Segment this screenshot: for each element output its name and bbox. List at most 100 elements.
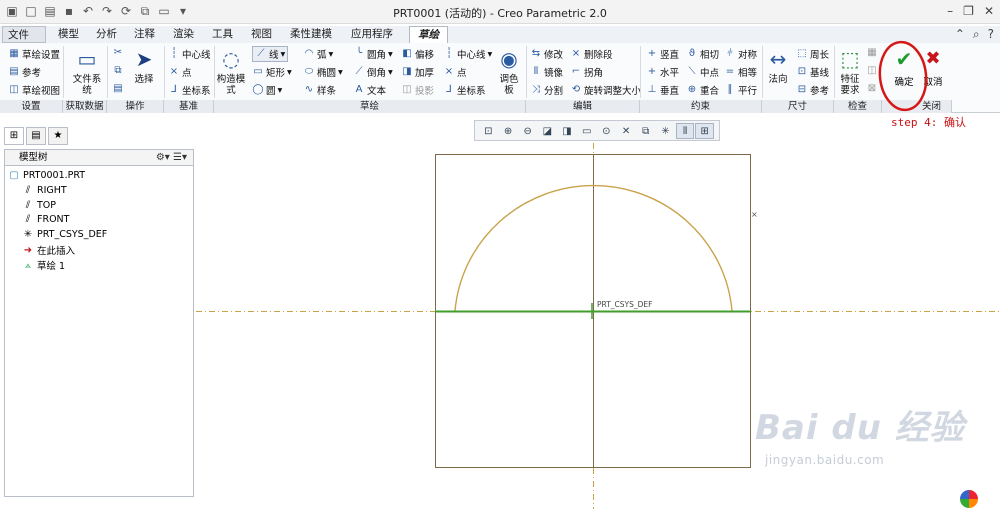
group-dimension-label[interactable]: 尺寸 [762,100,834,113]
dimension-display-icon[interactable]: ⫴ [675,123,695,139]
help-icon[interactable]: ? [988,27,994,42]
saved-views-icon[interactable]: ▭ [577,123,596,139]
symmetric-constraint-button[interactable]: ⫩ 对称 [724,47,757,61]
copy-button[interactable]: ⧉ [112,65,124,77]
repaint-icon[interactable]: ◪ [538,123,557,139]
parallel-icon: ∥ [727,84,733,95]
normal-dimension-button[interactable]: ↔ 法向 [764,46,792,85]
midpoint-constraint-button[interactable]: ⟍ 中点 [686,65,720,79]
close-icon[interactable]: ✕ [984,4,994,18]
divide-button[interactable]: ⤨ 分割 [530,83,563,97]
restore-icon[interactable]: ❐ [963,4,974,18]
display-style-icon[interactable]: ◨ [558,123,577,139]
folder-browser-tab[interactable]: ▤ [26,127,46,145]
group-inspect-label[interactable]: 检查 [834,100,882,113]
delete-segment-button[interactable]: ⨯ 删除段 [570,47,613,61]
tree-item-sketch[interactable]: ⟑ 草绘 1 [22,258,65,273]
thicken-tool-button[interactable]: ◨ 加厚 [401,65,434,79]
tab-model[interactable]: 模型 [58,26,79,43]
tree-item-insert-here[interactable]: ➜ 在此插入 [22,243,75,258]
tab-tools[interactable]: 工具 [212,26,233,43]
refit-icon[interactable]: ⊡ [479,123,498,139]
group-settings-label[interactable]: 设置 [0,100,63,113]
model-tree-tab[interactable]: ⊞ [4,127,24,145]
rotate-resize-icon: ⟲ [571,84,581,95]
circle-tool-button[interactable]: ◯ 圆 ▾ [252,83,282,97]
tree-item-top[interactable]: ⫽ TOP [22,200,56,211]
modify-button[interactable]: ⇆ 修改 [530,47,563,61]
annotation-display-icon[interactable]: ⧉ [636,123,655,139]
construction-mode-button[interactable]: ◌ 构造模式 [216,46,246,96]
tab-analysis[interactable]: 分析 [96,26,117,43]
favorites-tab[interactable]: ★ [48,127,68,145]
coincident-constraint-button[interactable]: ⊕ 重合 [686,83,719,97]
symmetric-icon: ⫩ [727,48,733,59]
tree-settings-icon[interactable]: ⚙▾ ☰▾ [156,150,187,165]
tab-flexible-modeling[interactable]: 柔性建模 [290,26,332,43]
datum-point-button[interactable]: × 点 [168,65,192,79]
chamfer-tool-button[interactable]: ⟋ 倒角 ▾ [353,65,393,79]
zoom-in-icon[interactable]: ⊕ [499,123,518,139]
perimeter-button[interactable]: ⬚ 周长 [796,47,829,61]
constraint-display-icon[interactable]: ⊞ [695,123,715,139]
reference-button[interactable]: ▤ 参考 [8,65,41,79]
fillet-tool-button[interactable]: ╰ 圆角 ▾ [353,47,393,61]
sketch-setup-button[interactable]: ▦ 草绘设置 [8,47,60,61]
sketch-csys-button[interactable]: ⅃ 坐标系 [443,83,485,97]
text-tool-button[interactable]: A 文本 [353,83,386,97]
tree-item-csys[interactable]: ✳ PRT_CSYS_DEF [22,229,107,240]
csys-icon: ✳ [23,229,33,240]
group-constrain-label[interactable]: 约束 [640,100,762,113]
divide-icon: ⤨ [532,84,540,95]
tab-applications[interactable]: 应用程序 [351,26,393,43]
zoom-out-icon[interactable]: ⊖ [518,123,537,139]
rotate-resize-button[interactable]: ⟲ 旋转调整大小 [570,83,641,97]
corner-button[interactable]: ⌐ 拐角 [570,65,603,79]
cut-button[interactable]: ✂ [112,47,124,59]
collapse-ribbon-icon[interactable]: ⌃ [955,27,965,42]
copy-icon: ⧉ [114,65,122,76]
equal-constraint-button[interactable]: = 相等 [724,65,757,79]
pointer-icon: ➤ [135,47,153,71]
rectangle-tool-button[interactable]: ▭ 矩形 ▾ [252,65,292,79]
datum-csys-button[interactable]: ⅃ 坐标系 [168,83,210,97]
vertical-constraint-button[interactable]: + 竖直 [646,47,679,61]
tab-view[interactable]: 视图 [251,26,272,43]
ellipse-tool-button[interactable]: ⬭ 椭圆 ▾ [303,65,343,79]
datum-display-icon[interactable]: ✕ [617,123,636,139]
horizontal-constraint-button[interactable]: + 水平 [646,65,679,79]
project-tool-button[interactable]: ◫ 投影 [401,83,434,97]
feature-requirements-button[interactable]: ⬚ 特征要求 [836,46,864,96]
minimize-icon[interactable]: – [947,4,953,18]
parallel-constraint-button[interactable]: ∥ 平行 [724,83,758,97]
dim-reference-button[interactable]: ⊟ 参考 [796,83,829,97]
file-system-button[interactable]: ▭ 文件系统 [72,46,102,96]
paste-button[interactable]: ▤ [112,83,124,95]
sketch-view-button[interactable]: ◫ 草绘视图 [8,83,60,97]
arc-tool-button[interactable]: ◠ 弧 ▾ [303,47,334,61]
perpendicular-constraint-button[interactable]: ⊥ 垂直 [646,83,679,97]
tree-item-right[interactable]: ⫽ RIGHT [22,185,67,196]
select-button[interactable]: ➤ 选择 [130,46,158,85]
line-tool-button[interactable]: ⟋ 线 ▾ [252,46,289,62]
mirror-button[interactable]: ⫴ 镜像 [530,65,563,79]
tab-render[interactable]: 渲染 [173,26,194,43]
search-icon[interactable]: ⌕ [973,27,980,42]
sketch-view-icon[interactable]: ⊙ [597,123,616,139]
tangent-constraint-button[interactable]: ϑ 相切 [686,47,719,61]
baseline-button[interactable]: ⊡ 基线 [796,65,829,79]
spline-tool-button[interactable]: ∿ 样条 [303,83,336,97]
tab-annotate[interactable]: 注释 [134,26,155,43]
spin-center-icon[interactable]: ✳ [656,123,675,139]
tree-item-part[interactable]: ▢ PRT0001.PRT [8,170,85,181]
tab-file[interactable]: 文件 [2,26,46,43]
sketch-point-button[interactable]: × 点 [443,65,467,79]
tab-sketch[interactable]: 草绘 [409,26,448,43]
offset-tool-button[interactable]: ◧ 偏移 [401,47,434,61]
sketch-centerline-button[interactable]: ┆ 中心线 ▾ [443,47,492,61]
palette-button[interactable]: ◉ 调色板 [495,46,523,96]
group-operations-label[interactable]: 操作 [107,100,164,113]
tree-item-front[interactable]: ⫽ FRONT [22,214,70,225]
datum-centerline-button[interactable]: ┆ 中心线 [168,47,211,61]
chevron-down-icon: ▾ [328,48,334,60]
